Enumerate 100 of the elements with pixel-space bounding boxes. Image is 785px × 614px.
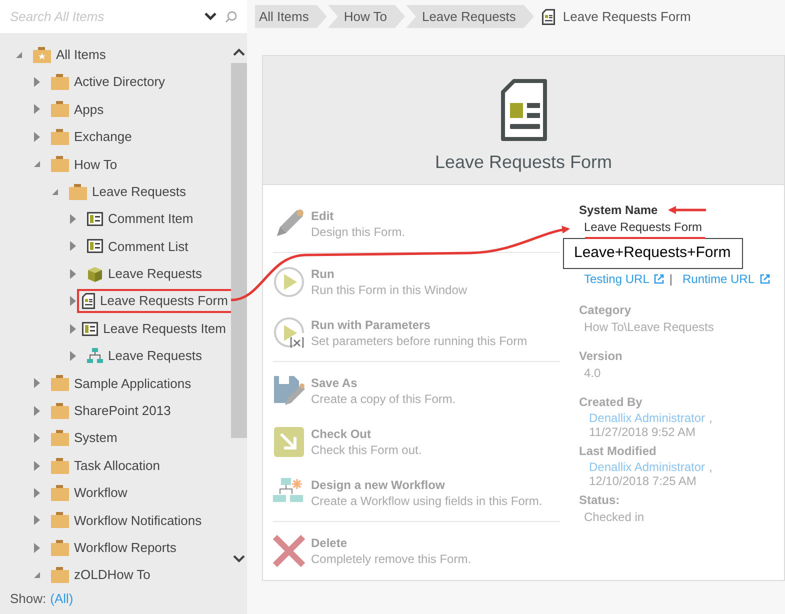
tree-item[interactable]: All Items [28,42,111,67]
folder-icon [51,540,69,556]
x-icon [273,534,305,566]
expand-triangle-icon[interactable] [33,542,41,553]
tree-item[interactable]: Sample Applications [46,371,196,396]
tree-item[interactable]: Exchange [46,124,137,149]
action-description: Run this Form in this Window [311,282,468,298]
scrollbar-thumb[interactable] [231,63,247,438]
expand-triangle-icon[interactable] [33,515,41,526]
scroll-down-icon[interactable] [233,555,245,563]
comma: , [709,460,712,474]
expand-triangle-icon[interactable] [33,104,41,114]
view-icon [87,212,103,226]
tree-item[interactable]: Leave Requests [64,180,191,204]
tree-item[interactable]: zOLDHow To [46,563,156,584]
action-description: Design this Form. [311,224,406,240]
action-title: Run [311,266,336,282]
folder-icon [51,74,69,90]
search-input[interactable]: Search All Items [10,6,196,26]
collapse-triangle-icon[interactable] [33,571,41,580]
save-pencil-icon [273,374,305,406]
expand-triangle-icon[interactable] [33,433,41,444]
breadcrumb-item[interactable]: Leave Requests [406,5,534,28]
folder-icon [51,128,69,145]
chevron-down-icon[interactable] [204,12,217,21]
tree-item[interactable]: SharePoint 2013 [46,398,176,423]
field-label: Status: [579,492,620,509]
breadcrumb-current: Leave Requests Form [562,8,691,26]
tree-item[interactable]: Leave Requests Form [77,289,231,314]
external-link-icon [760,274,770,284]
tree-item[interactable]: Comment List [82,234,194,258]
expand-triangle-icon[interactable] [69,241,77,252]
field-value: 12/10/2018 7:25 AM [588,474,696,488]
field-label: Category [579,302,632,319]
field-value: How To\Leave Requests [583,319,714,336]
collapse-triangle-icon[interactable] [15,50,23,59]
expand-triangle-icon[interactable] [33,406,41,416]
tree-item[interactable]: Active Directory [46,70,170,94]
play-parameters-icon [273,316,305,348]
link-separator: | [669,271,672,288]
action-title: Edit [311,208,335,224]
folder-icon [51,156,69,172]
action-description: Completely remove this Form. [311,550,472,566]
play-icon [273,266,305,298]
expand-triangle-icon[interactable] [69,324,77,334]
tree-item[interactable]: Leave Requests [82,344,207,368]
show-label: Show: [10,590,46,608]
workflow-icon [87,348,103,364]
expand-triangle-icon[interactable] [69,350,77,361]
form-icon [542,8,555,24]
collapse-triangle-icon[interactable] [33,160,41,168]
tree-item[interactable]: Leave Requests [82,262,207,286]
cube-icon [87,266,103,282]
tree-item[interactable]: How To [46,152,122,176]
expand-triangle-icon[interactable] [33,488,41,498]
search-icon[interactable] [225,10,237,22]
field-value: Leave Requests Form [583,219,702,236]
tree-item[interactable]: Leave Requests Item [77,316,231,341]
folder-icon [51,430,69,446]
tree-item[interactable]: Workflow [46,480,132,505]
tree-item[interactable]: System [46,426,122,450]
tree-item[interactable]: Comment Item [82,207,198,232]
folder-icon [51,458,69,474]
star-folder-icon [33,46,51,63]
action-title: Delete [311,534,348,550]
field-value: 4.0 [583,365,601,382]
action-description: Set parameters before running this Form [311,332,528,348]
folder-icon [51,101,69,118]
tree-item[interactable]: Task Allocation [46,454,165,478]
form-title: Leave Requests Form [434,151,612,174]
breadcrumb-item[interactable]: All Items [255,5,327,28]
collapse-triangle-icon[interactable] [51,188,59,196]
expand-triangle-icon[interactable] [33,460,41,471]
field-label: Created By [579,394,642,411]
action-title: Save As [311,374,358,390]
field-value: 11/27/2018 9:52 AM [588,425,696,439]
search-field[interactable]: Search All Items [0,0,247,33]
action-title: Design a new Workflow [311,476,446,492]
expand-triangle-icon[interactable] [33,378,41,388]
expand-triangle-icon[interactable] [69,214,77,224]
tree-item[interactable]: Apps [46,97,109,122]
folder-icon [51,402,69,419]
pointer-arrow [668,206,706,214]
expand-triangle-icon[interactable] [69,268,77,279]
expand-triangle-icon[interactable] [33,77,41,88]
expand-triangle-icon[interactable] [69,296,77,306]
view-icon [82,322,98,336]
view-icon [87,239,103,254]
folder-icon [51,512,69,528]
field-label: Last Modified [579,443,656,460]
action-description: Create a copy of this Form. [311,390,456,406]
action-title: Run with Parameters [311,316,432,332]
comma: , [709,411,712,425]
tree-item[interactable]: Workflow Reports [46,536,182,560]
tree-item[interactable]: Workflow Notifications [46,508,207,532]
breadcrumb-item[interactable]: How To [328,5,405,28]
scroll-up-icon[interactable] [233,48,245,56]
expand-triangle-icon[interactable] [33,132,41,142]
folder-icon [51,375,69,392]
folder-icon [51,484,69,501]
